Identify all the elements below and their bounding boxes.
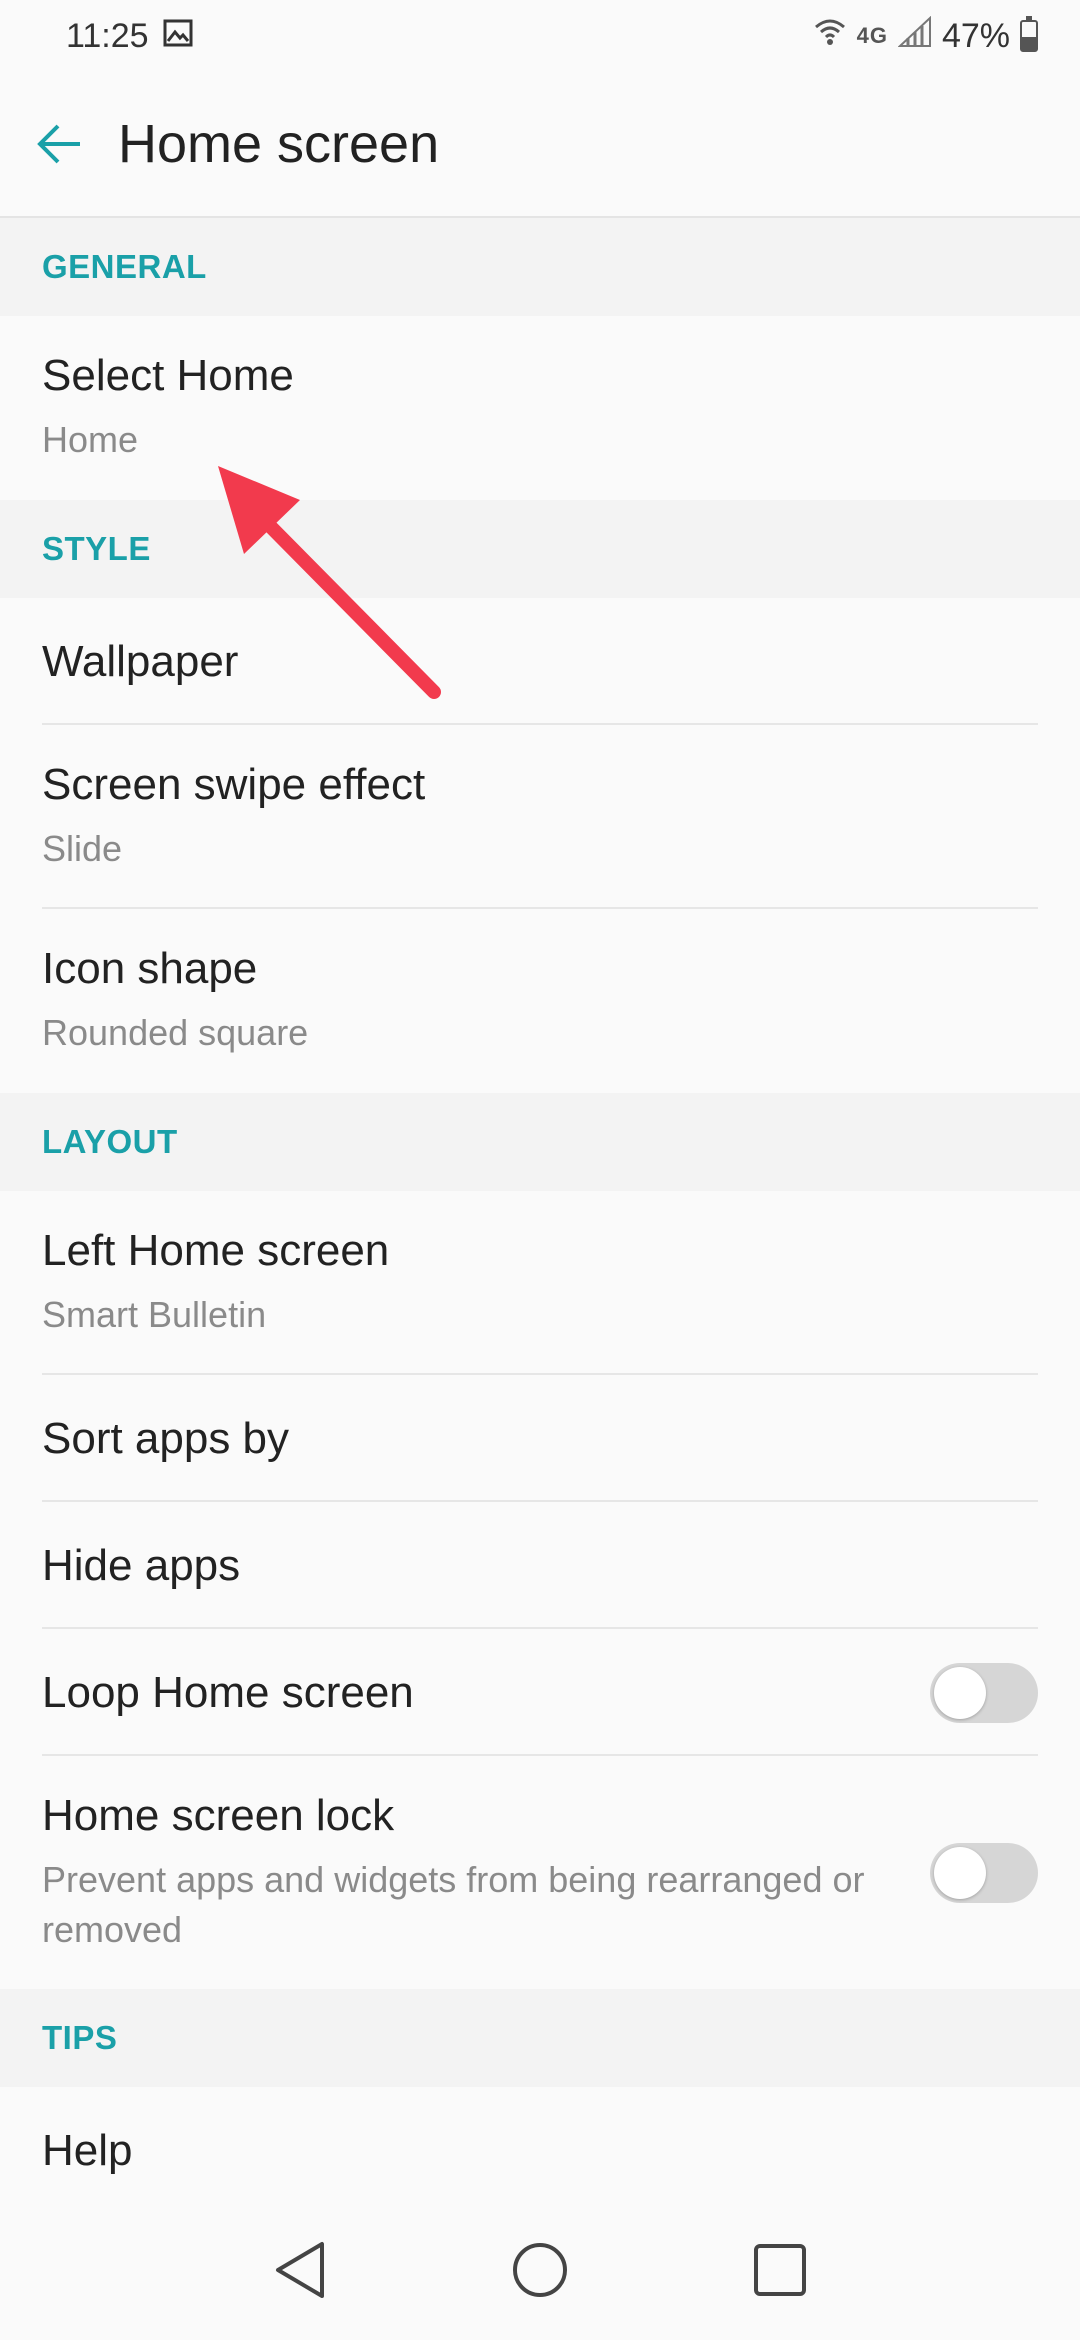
battery-icon <box>1020 16 1038 52</box>
status-bar: 11:25 4G 47% <box>0 0 1080 72</box>
section-header-layout: LAYOUT <box>0 1093 1080 1191</box>
wifi-icon <box>813 15 847 58</box>
status-time: 11:25 <box>66 16 149 55</box>
square-recents-icon <box>754 2244 806 2296</box>
setting-subtitle: Smart Bulletin <box>42 1294 267 1335</box>
setting-title: Icon shape <box>42 944 258 993</box>
setting-sort-apps-by[interactable]: Sort apps by <box>0 1375 1080 1502</box>
setting-help[interactable]: Help <box>0 2087 1080 2214</box>
setting-title: Hide apps <box>42 1540 241 1590</box>
setting-home-screen-lock[interactable]: Home screen lock Prevent apps and widget… <box>0 1756 1080 1989</box>
toolbar: Home screen <box>0 72 1080 218</box>
signal-icon <box>897 15 932 57</box>
home-screen-lock-toggle[interactable] <box>930 1842 1038 1903</box>
setting-left-home-screen[interactable]: Left Home screen Smart Bulletin <box>0 1191 1080 1375</box>
battery-percent: 47% <box>941 16 1010 55</box>
loop-home-screen-toggle[interactable] <box>930 1662 1038 1723</box>
setting-title: Loop Home screen <box>42 1667 414 1717</box>
setting-title: Home screen lock <box>42 1790 395 1840</box>
status-left: 11:25 <box>66 17 193 56</box>
setting-select-home[interactable]: Select Home Home <box>0 316 1080 500</box>
network-type: 4G <box>856 23 888 48</box>
setting-icon-shape[interactable]: Icon shape Rounded square <box>0 909 1080 1093</box>
setting-hide-apps[interactable]: Hide apps <box>0 1502 1080 1629</box>
setting-subtitle: Slide <box>42 828 123 869</box>
setting-subtitle: Home <box>42 419 139 460</box>
setting-title: Wallpaper <box>42 636 239 686</box>
circle-home-icon <box>513 2243 567 2297</box>
setting-title: Select Home <box>42 351 294 400</box>
setting-subtitle: Rounded square <box>42 1012 309 1053</box>
setting-wallpaper[interactable]: Wallpaper <box>0 598 1080 725</box>
navigation-bar <box>0 2200 1080 2340</box>
nav-recents-button[interactable] <box>740 2230 820 2310</box>
back-button[interactable] <box>30 114 90 174</box>
setting-title: Screen swipe effect <box>42 760 426 809</box>
setting-loop-home-screen[interactable]: Loop Home screen <box>0 1629 1080 1756</box>
setting-title: Sort apps by <box>42 1413 290 1463</box>
back-arrow-icon <box>37 124 80 164</box>
setting-title: Help <box>42 2125 133 2175</box>
status-right: 4G 47% <box>813 15 1038 58</box>
section-header-tips: TIPS <box>0 1989 1080 2087</box>
page-title: Home screen <box>118 114 440 174</box>
setting-subtitle: Prevent apps and widgets from being rear… <box>42 1858 865 1950</box>
section-header-general: GENERAL <box>0 218 1080 316</box>
image-icon <box>163 17 193 56</box>
triangle-back-icon <box>276 2242 324 2298</box>
section-header-style: STYLE <box>0 500 1080 598</box>
settings-list: GENERAL Select Home Home STYLE Wallpaper… <box>0 218 1080 2214</box>
setting-title: Left Home screen <box>42 1226 390 1275</box>
nav-home-button[interactable] <box>500 2230 580 2310</box>
nav-back-button[interactable] <box>260 2230 340 2310</box>
setting-screen-swipe-effect[interactable]: Screen swipe effect Slide <box>0 725 1080 909</box>
